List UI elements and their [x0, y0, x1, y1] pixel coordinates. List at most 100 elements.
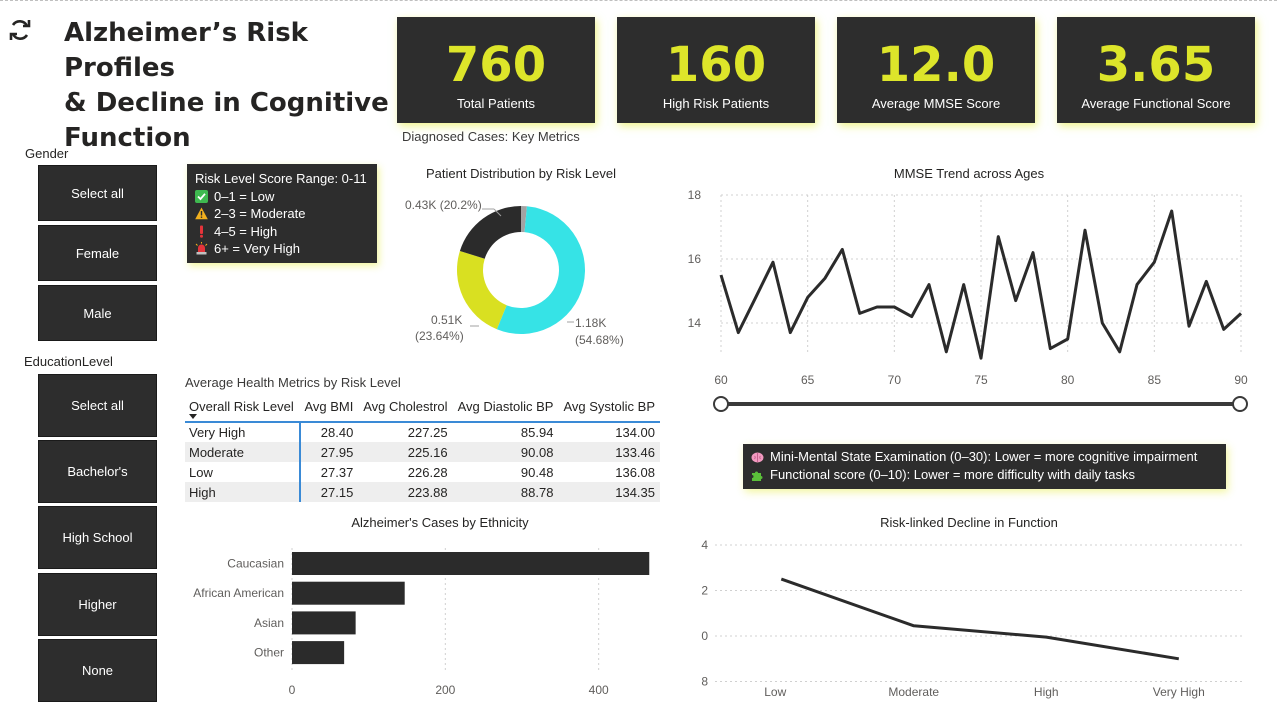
donut-label-yellow-pct: (23.64%) [415, 329, 464, 343]
eth-bar[interactable] [292, 611, 356, 635]
education-select-all-button[interactable]: Select all [38, 374, 157, 437]
table-row[interactable]: Very High 28.40 227.25 85.94 134.00 [185, 422, 660, 442]
donut-label-cyan: 1.18K [575, 316, 606, 330]
risk-legend-item: 4–5 = High [195, 223, 369, 241]
column-header-systolic[interactable]: Avg Systolic BP [558, 396, 660, 423]
eth-category-label: Asian [254, 616, 284, 630]
risk-level-legend: Risk Level Score Range: 0-11 0–1 = Low 2… [187, 164, 377, 263]
kpi-card-high-risk: 160 High Risk Patients [617, 17, 815, 123]
kpi-value: 760 [445, 37, 547, 93]
eth-x-tick: 400 [589, 683, 609, 697]
gender-female-button[interactable]: Female [38, 225, 157, 281]
siren-icon [195, 242, 208, 255]
donut-label-cyan-pct: (54.68%) [575, 333, 624, 347]
eth-bar[interactable] [292, 641, 345, 665]
gender-select-all-button[interactable]: Select all [38, 165, 157, 221]
sort-desc-icon [189, 414, 197, 419]
table-header-row: Overall Risk Level Avg BMI Avg Cholestro… [185, 396, 660, 423]
metrics-table-title: Average Health Metrics by Risk Level [185, 375, 401, 390]
eth-bar[interactable] [292, 552, 650, 575]
table-cell: 85.94 [520, 425, 554, 440]
note-text: Functional score (0–10): Lower = more di… [770, 467, 1136, 482]
donut-slice[interactable] [459, 206, 521, 259]
education-higher-button[interactable]: Higher [38, 573, 157, 636]
refresh-icon[interactable] [8, 18, 32, 42]
table-cell: 223.88 [358, 482, 453, 502]
donut-label-dark: 0.43K (20.2%) [405, 198, 482, 212]
kpi-label: Total Patients [456, 96, 536, 111]
risk-legend-text: 6+ = Very High [214, 241, 300, 256]
age-slider-track[interactable] [721, 402, 1241, 406]
kpi-value: 3.65 [1096, 37, 1216, 93]
education-bachelors-button[interactable]: Bachelor's [38, 440, 157, 503]
gender-male-button[interactable]: Male [38, 285, 157, 341]
kpi-label: Average MMSE Score [871, 96, 1001, 111]
fn-x-tick: Low [764, 685, 786, 699]
age-slider-max-handle[interactable] [1232, 396, 1248, 412]
column-header-diastolic[interactable]: Avg Diastolic BP [452, 396, 559, 423]
table-cell: 136.08 [615, 464, 655, 480]
mmse-x-tick: 60 [714, 373, 728, 387]
mmse-x-tick: 65 [801, 373, 815, 387]
eth-category-label: African American [193, 586, 284, 600]
title-line: Alzheimer’s Risk Profiles [64, 18, 308, 83]
fn-x-tick: Moderate [888, 685, 939, 699]
mmse-x-tick: 75 [974, 373, 988, 387]
donut-slice[interactable] [457, 250, 507, 330]
column-header-label: Overall Risk Level [189, 399, 294, 414]
education-none-button[interactable]: None [38, 639, 157, 702]
note-row: Functional score (0–10): Lower = more di… [751, 466, 1218, 484]
table-cell: 225.16 [358, 442, 453, 462]
function-decline-chart: Risk-linked Decline in Function 4 2 0 8 Low… [701, 515, 1245, 699]
eth-bar[interactable] [292, 581, 405, 605]
table-cell: Moderate [185, 442, 301, 462]
gender-slicer-title: Gender [25, 146, 69, 161]
table-cell: 226.28 [407, 464, 448, 480]
puzzle-icon [752, 471, 763, 481]
warning-icon [195, 207, 208, 220]
education-high-school-button[interactable]: High School [38, 506, 157, 569]
function-chart-title: Risk-linked Decline in Function [880, 515, 1058, 530]
ethnicity-chart-title: Alzheimer's Cases by Ethnicity [351, 515, 529, 530]
kpi-label: Average Functional Score [1081, 96, 1231, 111]
page-title: Alzheimer’s Risk Profiles & Decline in C… [64, 16, 394, 156]
column-header-bmi[interactable]: Avg BMI [299, 396, 359, 423]
kpi-value: 160 [665, 37, 767, 93]
risk-legend-title: Risk Level Score Range: 0-11 [195, 171, 367, 186]
brain-icon [751, 452, 764, 462]
kpi-caption: Diagnosed Cases: Key Metrics [402, 129, 580, 144]
check-icon [195, 189, 208, 203]
ethnicity-bar-chart: Alzheimer's Cases by Ethnicity Caucasian… [193, 515, 650, 697]
eth-category-label: Caucasian [227, 557, 284, 571]
table-cell: 134.00 [615, 425, 655, 440]
risk-legend-item: 2–3 = Moderate [195, 205, 369, 223]
mmse-chart-title: MMSE Trend across Ages [894, 166, 1045, 181]
table-cell: 27.15 [299, 482, 359, 502]
note-text: Mini-Mental State Examination (0–30): Lo… [770, 449, 1198, 464]
eth-category-label: Other [254, 646, 284, 660]
risk-legend-item: 6+ = Very High [195, 240, 369, 258]
table-cell: Low [185, 462, 301, 482]
column-header-risk-level[interactable]: Overall Risk Level [185, 396, 300, 423]
table-cell: 28.40 [320, 425, 354, 440]
fn-y-tick: 0 [701, 629, 708, 643]
mmse-x-tick: 80 [1061, 373, 1075, 387]
donut-title: Patient Distribution by Risk Level [426, 166, 616, 181]
table-cell: 88.78 [452, 482, 559, 502]
mmse-x-tick: 70 [888, 373, 902, 387]
eth-x-tick: 200 [435, 683, 455, 697]
table-cell: 133.46 [558, 442, 660, 462]
table-row[interactable]: Moderate 27.95 225.16 90.08 133.46 [185, 442, 660, 462]
education-slicer-title: EducationLevel [24, 354, 113, 369]
health-metrics-table: Overall Risk Level Avg BMI Avg Cholestro… [185, 396, 660, 502]
table-row[interactable]: Low 27.37 226.28 90.48 136.08 [185, 462, 660, 482]
age-slider-min-handle[interactable] [713, 396, 729, 412]
table-cell: Very High [185, 422, 301, 442]
fn-y-tick: 8 [701, 675, 708, 689]
table-row[interactable]: High 27.15 223.88 88.78 134.35 [185, 482, 660, 502]
risk-distribution-donut: Patient Distribution by Risk Level 0.43K… [405, 166, 624, 347]
table-cell: 134.35 [558, 482, 660, 502]
column-header-cholesterol[interactable]: Avg Cholestrol [358, 396, 453, 423]
fn-y-tick: 2 [701, 584, 708, 598]
table-cell: 227.25 [407, 425, 448, 440]
